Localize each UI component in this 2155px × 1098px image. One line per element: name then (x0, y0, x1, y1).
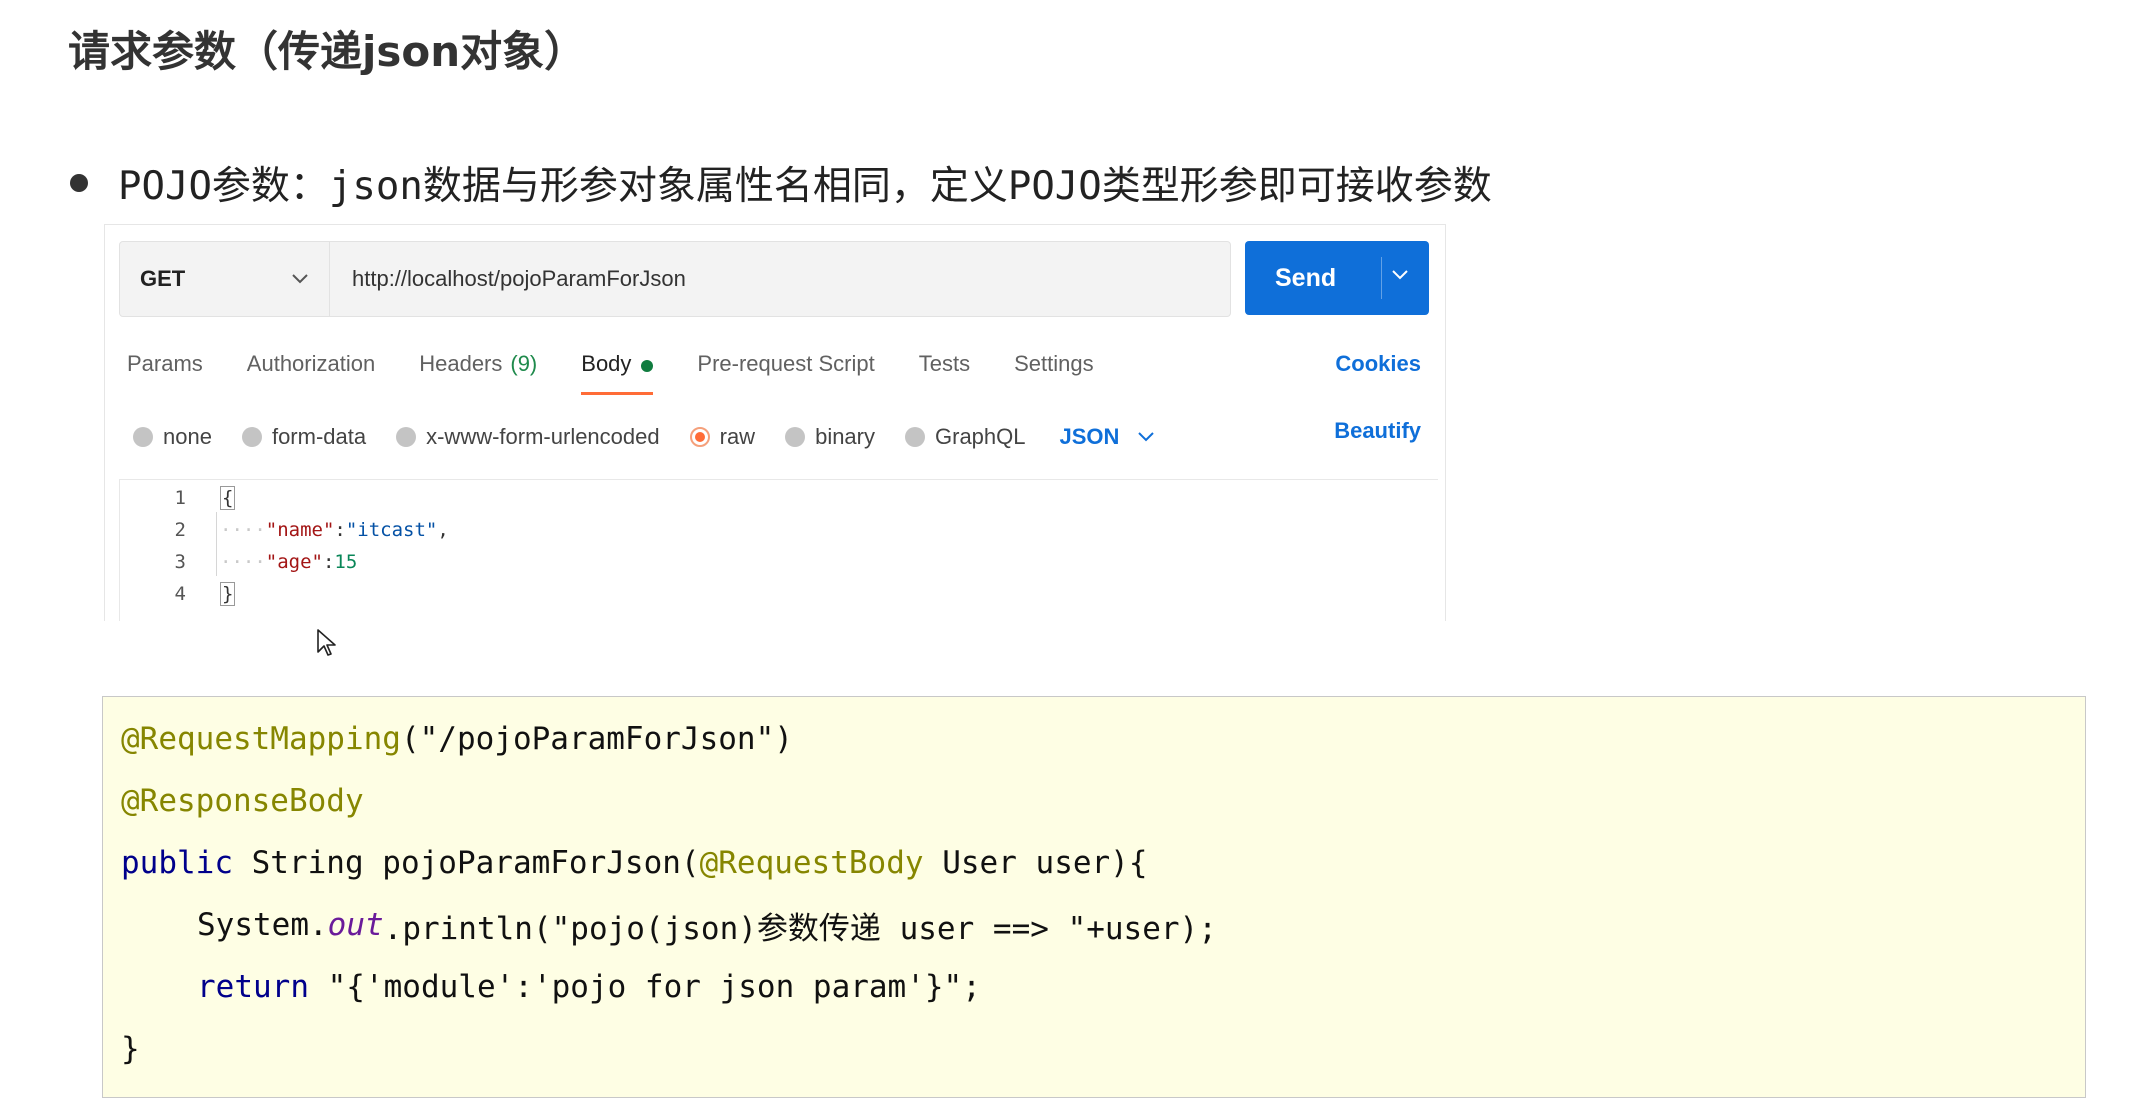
bullet-point: POJO参数：json数据与形参对象属性名相同，定义POJO类型形参即可接收参数 (70, 158, 1492, 209)
annotation: @RequestMapping (121, 721, 401, 757)
code-line: @RequestMapping ("/pojoParamForJson") (121, 719, 793, 759)
code-line: } (121, 1029, 140, 1069)
mouse-pointer-icon (316, 628, 338, 662)
method-label: GET (140, 266, 186, 291)
body-type-label: form-data (271, 424, 367, 449)
line-number: 4 (174, 583, 186, 605)
request-url-bar: GET http://localhost/pojoParamForJson (119, 241, 1231, 317)
code-text: ("/pojoParamForJson") (400, 721, 793, 757)
slide-title: 请求参数（传递json对象） (68, 27, 587, 76)
body-type-label: binary (815, 424, 875, 449)
code-line: return "{'module':'pojo for json param'}… (197, 967, 981, 1007)
radio-icon[interactable] (785, 427, 806, 447)
postman-request-panel: GET http://localhost/pojoParamForJson Se… (104, 224, 1446, 621)
tab-label: Tests (918, 351, 971, 376)
headers-count-badge: (9) (510, 351, 538, 376)
line-code: ····"name":"itcast", (220, 519, 449, 541)
radio-icon[interactable] (396, 427, 417, 447)
body-type-label: raw (719, 424, 756, 449)
tab-label: Pre-request Script (697, 351, 875, 376)
code-text: System. (197, 907, 328, 943)
tab-label: Params (127, 351, 203, 376)
editor-line: 1 { (120, 482, 1400, 514)
static-field: out (327, 907, 384, 943)
bullet-dot-icon (70, 174, 88, 192)
beautify-link[interactable]: Beautify (1334, 418, 1421, 444)
chevron-down-icon (291, 269, 309, 290)
editor-line: 4 } (120, 578, 1400, 610)
body-type-label: x-www-form-urlencoded (426, 424, 660, 449)
send-divider (1381, 257, 1382, 299)
body-type-binary[interactable]: binary (785, 424, 875, 450)
code-line: @ResponseBody (121, 781, 364, 821)
keyword: return (197, 969, 309, 1005)
tab-tests[interactable]: Tests (919, 343, 970, 395)
body-type-options: none form-data x-www-form-urlencoded raw… (133, 401, 1433, 473)
body-type-urlencoded[interactable]: x-www-form-urlencoded (396, 424, 660, 450)
radio-selected-icon[interactable] (689, 427, 710, 447)
tab-authorization[interactable]: Authorization (247, 343, 375, 395)
body-type-none[interactable]: none (133, 424, 212, 450)
body-type-label: none (163, 424, 212, 449)
body-type-form-data[interactable]: form-data (241, 424, 367, 450)
code-text: "{'module':'pojo for json param'}"; (308, 969, 981, 1005)
method-select[interactable]: GET (120, 242, 330, 316)
code-text: .println("pojo(json)参数传递 user ==> "+user… (383, 910, 1217, 947)
send-chevron-down-icon[interactable] (1391, 265, 1409, 286)
tab-body[interactable]: Body (581, 343, 654, 395)
annotation: @RequestBody (699, 845, 924, 881)
line-number: 1 (174, 487, 186, 509)
body-type-graphql[interactable]: GraphQL (905, 424, 1026, 450)
code-text: String pojoParamForJson( (232, 845, 700, 881)
tab-label: Settings (1014, 351, 1094, 376)
url-input[interactable]: http://localhost/pojoParamForJson (330, 242, 1230, 316)
send-label: Send (1275, 263, 1337, 292)
json-body-editor[interactable]: 1 { 2 ····"name":"itcast", 3 ····"age":1… (119, 479, 1438, 621)
send-button[interactable]: Send (1245, 241, 1429, 315)
tab-label: Body (581, 351, 632, 376)
code-text: User user){ (923, 845, 1148, 881)
tab-label: Authorization (246, 351, 376, 376)
radio-icon[interactable] (241, 427, 262, 447)
line-code: } (220, 582, 236, 606)
code-line: System. out .println("pojo(json)参数传递 user … (197, 905, 1217, 947)
radio-icon[interactable] (905, 427, 925, 447)
line-number: 3 (174, 551, 186, 573)
editor-line: 3 ····"age":15 (120, 546, 1400, 578)
chevron-down-icon (1137, 427, 1155, 448)
cookies-link[interactable]: Cookies (1335, 351, 1421, 377)
line-code: ····"age":15 (220, 551, 358, 573)
body-type-label: GraphQL (935, 424, 1026, 449)
editor-line: 2 ····"name":"itcast", (120, 514, 1400, 546)
request-tabs: Params Authorization Headers (9) Body Pre… (127, 343, 1427, 399)
java-code-block: @RequestMapping ("/pojoParamForJson") @Re… (102, 696, 2086, 1098)
tab-pre-request-script[interactable]: Pre-request Script (697, 343, 874, 395)
keyword: public (121, 845, 233, 881)
line-number: 2 (174, 519, 186, 541)
body-indicator-dot-icon (641, 360, 654, 372)
tab-settings[interactable]: Settings (1014, 343, 1094, 395)
format-select[interactable]: JSON (1060, 424, 1156, 450)
radio-icon[interactable] (133, 427, 153, 447)
annotation: @ResponseBody (121, 783, 364, 819)
body-type-raw[interactable]: raw (689, 424, 756, 450)
format-label: JSON (1059, 424, 1120, 449)
tab-label: Headers (419, 351, 503, 376)
tab-params[interactable]: Params (127, 343, 203, 395)
line-code: { (220, 486, 236, 510)
bullet-text: POJO参数：json数据与形参对象属性名相同，定义POJO类型形参即可接收参数 (118, 164, 1492, 209)
code-text: } (121, 1031, 140, 1067)
code-line: public String pojoParamForJson(@RequestB… (121, 843, 1148, 883)
tab-headers[interactable]: Headers (9) (419, 343, 537, 395)
